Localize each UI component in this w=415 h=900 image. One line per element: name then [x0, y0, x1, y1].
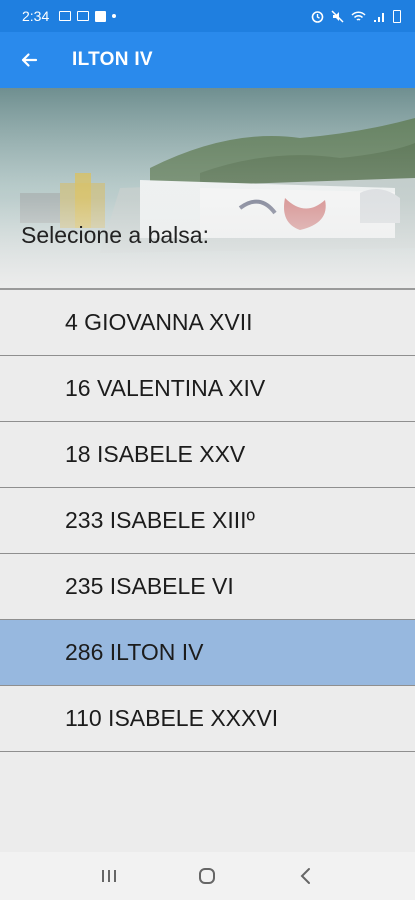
ferry-list: 4 GIOVANNA XVII 16 VALENTINA XIV 18 ISAB…: [0, 290, 415, 752]
signal-icon: [374, 12, 384, 22]
list-item-label: 286 ILTON IV: [65, 639, 204, 665]
wifi-icon: [351, 10, 366, 21]
list-item-label: 18 ISABELE XXV: [65, 441, 246, 467]
hero-image: [0, 88, 415, 288]
list-item[interactable]: 4 GIOVANNA XVII: [0, 290, 415, 356]
mute-icon: [331, 9, 344, 23]
status-time: 2:34: [22, 8, 50, 24]
alarm-icon: [311, 10, 324, 23]
list-item-selected[interactable]: 286 ILTON IV: [0, 620, 415, 686]
recents-icon: [102, 870, 117, 882]
system-nav-bar: [0, 852, 415, 900]
select-prompt: Selecione a balsa:: [21, 222, 209, 248]
facebook-icon: [95, 10, 107, 22]
nav-back-button[interactable]: [286, 856, 326, 896]
dot-icon: [112, 14, 117, 18]
hero-banner: Selecione a balsa:: [0, 88, 415, 288]
app-title: ILTON IV: [72, 49, 153, 70]
arrow-left-icon: [21, 53, 38, 67]
list-item[interactable]: 110 ISABELE XXXVI: [0, 686, 415, 752]
list-item[interactable]: 16 VALENTINA XIV: [0, 356, 415, 422]
list-item[interactable]: 235 ISABELE VI: [0, 554, 415, 620]
cast-icon: [77, 11, 90, 21]
home-button[interactable]: [187, 856, 227, 896]
status-icons-right: [311, 9, 401, 23]
battery-icon: [393, 9, 401, 23]
list-item-label: 16 VALENTINA XIV: [65, 375, 266, 401]
list-item-label: 235 ISABELE VI: [65, 573, 234, 599]
home-icon: [199, 868, 216, 884]
app-bar: ILTON IV: [0, 32, 415, 88]
recents-button[interactable]: [89, 856, 129, 896]
status-bar: 2:34: [0, 0, 415, 32]
back-icon: [300, 868, 310, 884]
status-icons-left: [59, 10, 117, 22]
list-item[interactable]: 233 ISABELE XIIIº: [0, 488, 415, 554]
list-item-label: 110 ISABELE XXXVI: [65, 705, 279, 731]
list-item[interactable]: 18 ISABELE XXV: [0, 422, 415, 488]
back-button[interactable]: [0, 32, 58, 88]
image-icon: [59, 11, 72, 21]
list-item-label: 233 ISABELE XIIIº: [65, 507, 255, 533]
list-item-label: 4 GIOVANNA XVII: [65, 309, 253, 335]
